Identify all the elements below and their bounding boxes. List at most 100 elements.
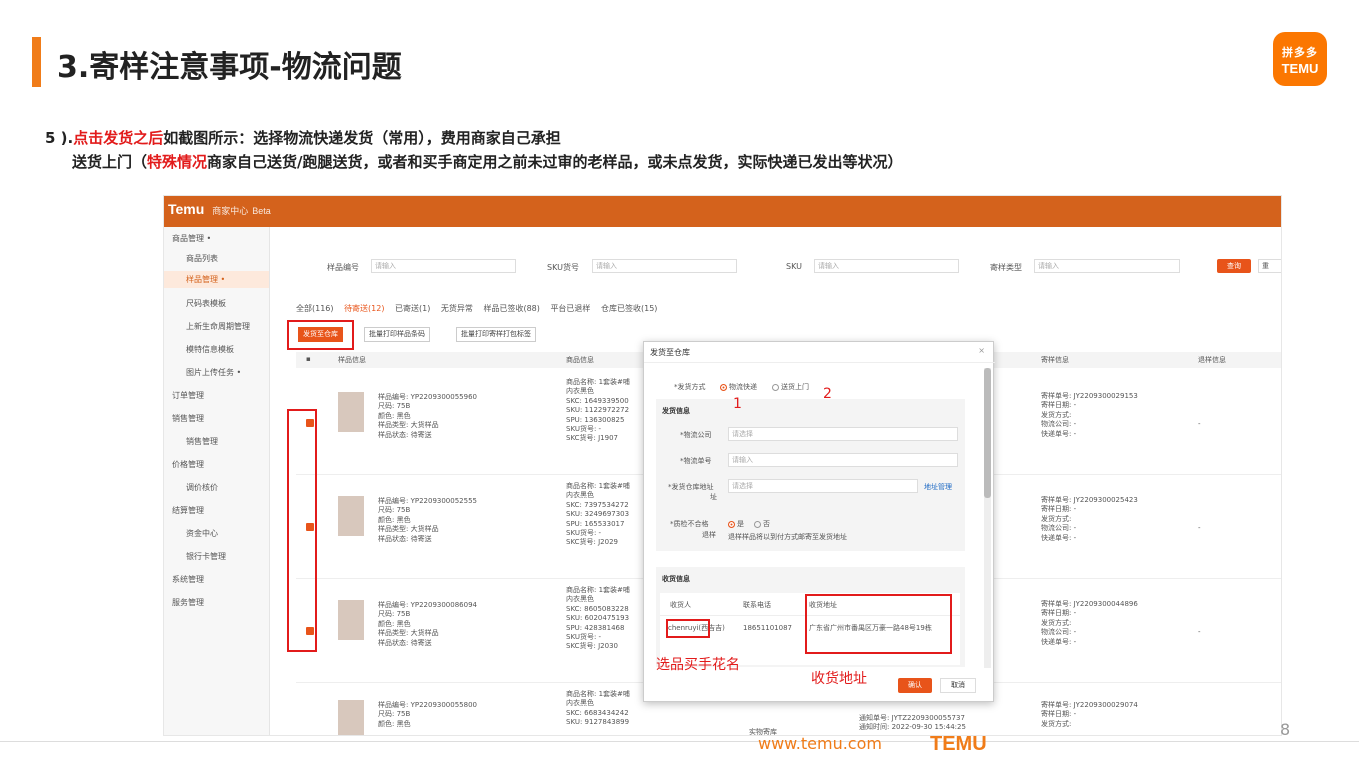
reject-no-radio[interactable]: 否 [754, 519, 770, 529]
sidebar-item-bank-card[interactable]: 银行卡管理 [186, 551, 226, 562]
tab-signed[interactable]: 样品已签收(88) [483, 304, 539, 313]
header-product-info: 商品信息 [566, 356, 594, 364]
header-checkbox[interactable]: ▪ [306, 355, 311, 363]
header-send-info: 寄样信息 [1041, 356, 1069, 364]
carrier-label: *物流公司 [680, 431, 712, 439]
scrollbar-thumb[interactable] [984, 368, 991, 498]
tab-returned[interactable]: 平台已退样 [550, 304, 590, 313]
product-info: 商品名称: 1套装#哺 内衣黑色 SKC: 7397534272 SKU: 32… [566, 482, 630, 547]
tab-no-stock[interactable]: 无货异常 [441, 304, 473, 313]
top-bar: Temu 商家中心 Beta [164, 196, 1281, 227]
dialog-title: 发货至仓库 [650, 348, 690, 357]
method-label: *发货方式 [674, 383, 706, 391]
sidebar-item-sample-mgmt[interactable]: 样品管理 • [164, 271, 269, 288]
confirm-button[interactable]: 确认 [898, 678, 932, 693]
close-icon[interactable]: × [978, 346, 985, 355]
annotation-address: 收货地址 [811, 671, 867, 687]
query-button[interactable]: 查询 [1217, 259, 1251, 273]
method-delivery-radio[interactable]: 送货上门 [772, 382, 809, 392]
sidebar-item-model-template[interactable]: 模特信息模板 [186, 344, 234, 355]
dialog-scrollbar[interactable] [984, 368, 991, 668]
reject-label: *质检不合格 [670, 520, 709, 528]
sidebar-item-service[interactable]: 服务管理 [172, 597, 204, 608]
warehouse-select[interactable]: 请选择 [728, 479, 918, 493]
sidebar-item-price-check[interactable]: 调价核价 [186, 482, 218, 493]
radio-on-icon [728, 520, 735, 528]
return-info: - [1198, 524, 1201, 532]
tab-sent[interactable]: 已寄送(1) [395, 304, 430, 313]
filter-sku-input[interactable]: 请输入 [814, 259, 959, 273]
radio-off-icon [772, 383, 779, 391]
title-accent-bar [32, 37, 41, 87]
method-express-radio[interactable]: 物流快递 [720, 382, 757, 392]
tab-all[interactable]: 全部(116) [296, 304, 334, 313]
filter-sku-label: SKU [786, 262, 802, 271]
sidebar-item-orders[interactable]: 订单管理 [172, 390, 204, 401]
sidebar-item-products[interactable]: 商品管理 • [172, 233, 211, 244]
reject-yes-radio[interactable]: 是 [728, 519, 744, 529]
step-text-2: 商家自己送货/跑腿送货，或者和买手商定用之前未过审的老样品，或未点发货，实际快递… [207, 153, 903, 171]
print-pack-label-button[interactable]: 批量打印寄样打包标签 [456, 327, 536, 342]
sidebar-item-size-template[interactable]: 尺码表模板 [186, 298, 226, 309]
sidebar-item-funds[interactable]: 资金中心 [186, 528, 218, 539]
reject-note: 退样样品将以到付方式邮寄至发货地址 [728, 533, 847, 541]
highlight-ship-button [287, 320, 354, 350]
brand-sub: 商家中心 [212, 206, 249, 216]
highlight-address [805, 594, 952, 654]
send-info: 寄样单号: JY2209300025423 寄样日期: - 发货方式: 物流公司… [1041, 496, 1138, 542]
sample-info: 样品编号: YP2209300086094 尺码: 75B 颜色: 黑色 样品类… [378, 601, 477, 647]
recv-phone-header: 联系电话 [743, 601, 771, 609]
reject-no-label: 否 [763, 520, 770, 528]
product-info: 商品名称: 1套装#哺 内衣黑色 SKC: 8605083228 SKU: 60… [566, 586, 630, 651]
header-return-info: 退样信息 [1198, 356, 1226, 364]
status-tabs: 全部(116) 待寄送(12) 已寄送(1) 无货异常 样品已签收(88) 平台… [296, 303, 665, 314]
product-thumbnail [338, 700, 364, 735]
tab-warehouse-signed[interactable]: 仓库已签收(15) [601, 304, 657, 313]
sample-info: 样品编号: YP2209300055960 尺码: 75B 颜色: 黑色 样品类… [378, 393, 477, 439]
cancel-button[interactable]: 取消 [940, 678, 976, 693]
tracking-input[interactable]: 请输入 [728, 453, 958, 467]
print-sample-code-button[interactable]: 批量打印样品条码 [364, 327, 430, 342]
ship-dialog: 发货至仓库 × *发货方式 物流快递 送货上门 发货信息 *物流公司 请选择 *… [643, 341, 995, 702]
seller-center-screenshot: Temu 商家中心 Beta 商品管理 • 商品列表 样品管理 • 尺码表模板 上… [163, 195, 1282, 736]
product-thumbnail [338, 392, 364, 432]
sidebar-item-pricing[interactable]: 价格管理 [172, 459, 204, 470]
receive-info-title: 收货信息 [662, 575, 690, 583]
sidebar-item-product-list[interactable]: 商品列表 [186, 253, 218, 264]
sidebar-item-image-upload[interactable]: 图片上传任务 • [186, 367, 241, 378]
notice-info: 通知单号: JYTZ2209300055737 通知时间: 2022-09-30… [859, 714, 966, 732]
logo-line1: 拼多多 [1282, 47, 1318, 59]
sidebar-item-settlement[interactable]: 结算管理 [172, 505, 204, 516]
warehouse-label-2: 址 [710, 493, 717, 501]
temu-logo: 拼多多 TEMU [1273, 32, 1327, 86]
annotation-2: 2 [823, 386, 832, 402]
filter-sample-no-input[interactable]: 请输入 [371, 259, 516, 273]
dialog-divider [644, 362, 995, 363]
product-thumbnail [338, 496, 364, 536]
filter-sample-no-label: 样品编号 [327, 263, 359, 272]
app-brand: Temu 商家中心 Beta [168, 201, 271, 217]
carrier-select[interactable]: 请选择 [728, 427, 958, 441]
step-prefix-2: 送货上门（ [72, 153, 148, 171]
step-line-2: 送货上门（特殊情况商家自己送货/跑腿送货，或者和买手商定用之前未过审的老样品，或… [45, 150, 903, 174]
tracking-label: *物流单号 [680, 457, 712, 465]
sidebar-item-system[interactable]: 系统管理 [172, 574, 204, 585]
highlight-buyer-name [666, 619, 710, 638]
recv-phone: 18651101087 [743, 624, 792, 632]
sidebar-item-lifecycle[interactable]: 上新生命周期管理 [186, 321, 250, 332]
sidebar-item-sales[interactable]: 销售管理 [172, 413, 204, 424]
product-thumbnail [338, 600, 364, 640]
reset-button[interactable]: 重 [1258, 259, 1281, 273]
filter-sku-code-input[interactable]: 请输入 [592, 259, 737, 273]
step-highlight-1: 点击发货之后 [73, 129, 164, 147]
step-prefix: 5 ). [45, 129, 74, 147]
sidebar: 商品管理 • 商品列表 样品管理 • 尺码表模板 上新生命周期管理 模特信息模板… [164, 227, 270, 735]
warehouse-label: *发货仓库地址 [668, 483, 714, 491]
filter-send-type-select[interactable]: 请输入 [1034, 259, 1180, 273]
ship-info-title: 发货信息 [662, 407, 690, 415]
tab-pending[interactable]: 待寄送(12) [344, 304, 384, 313]
sample-info: 样品编号: YP2209300052555 尺码: 75B 颜色: 黑色 样品类… [378, 497, 477, 543]
sidebar-item-sales-sub[interactable]: 销售管理 [186, 436, 218, 447]
header-sample-info: 样品信息 [338, 356, 366, 364]
address-manage-link[interactable]: 地址管理 [924, 482, 952, 492]
